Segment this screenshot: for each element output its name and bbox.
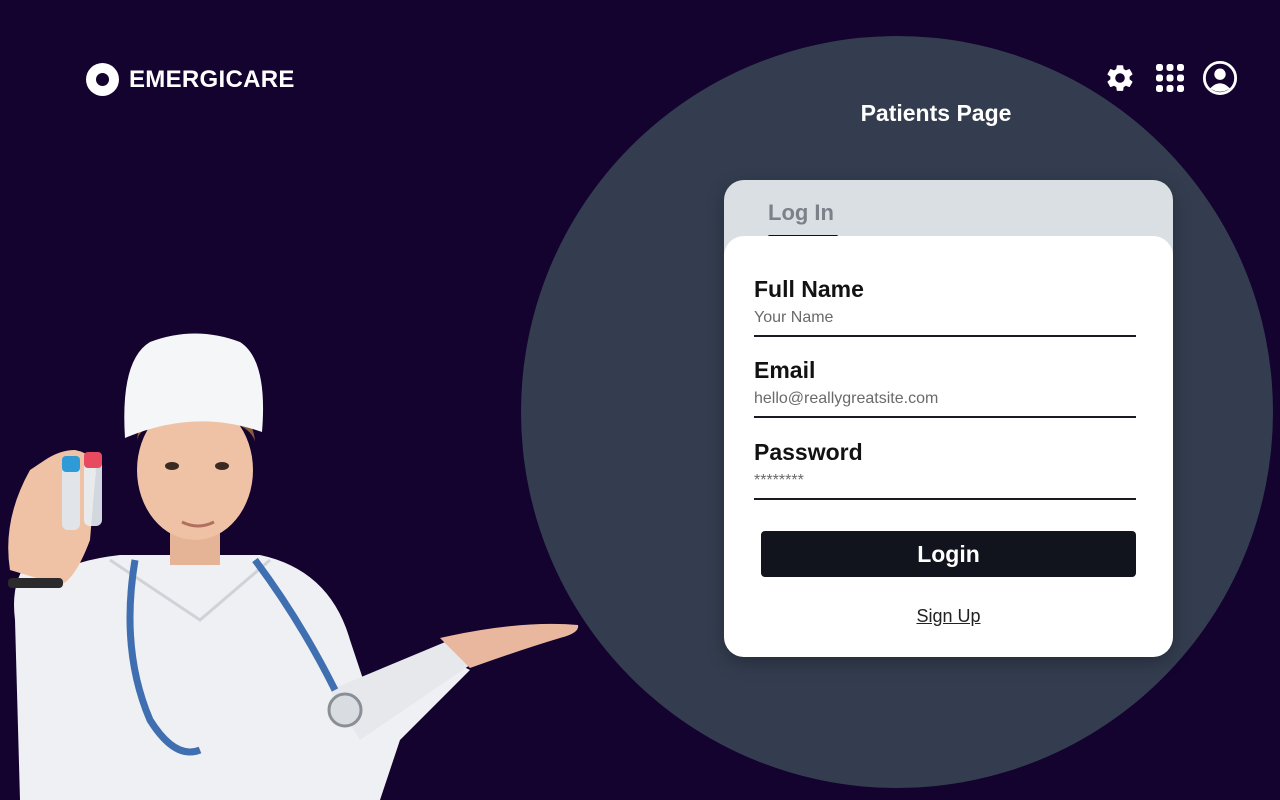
login-button[interactable]: Login	[761, 531, 1136, 577]
page-title: Patients Page	[860, 100, 1012, 126]
email-label: Email	[754, 357, 816, 383]
nurse-illustration	[8, 333, 579, 800]
full-name-field-group: Full Name	[754, 276, 1136, 337]
brand[interactable]: EMERGICARE	[86, 63, 295, 96]
full-name-input[interactable]	[754, 309, 1136, 337]
gear-icon[interactable]	[1102, 60, 1138, 96]
password-input[interactable]	[754, 472, 1136, 500]
login-card: Log In Full Name Email Password Login Si…	[724, 180, 1173, 657]
login-form: Full Name Email Password Login Sign Up	[724, 236, 1173, 657]
page: EMERGICARE Patients Page Log In Full Nam…	[0, 0, 1280, 800]
apps-grid-icon[interactable]	[1152, 60, 1188, 96]
sign-up-link[interactable]: Sign Up	[724, 606, 1173, 627]
tab-log-in[interactable]: Log In	[768, 200, 834, 226]
email-input[interactable]	[754, 390, 1136, 418]
ring-logo-icon	[86, 63, 119, 96]
brand-name: EMERGICARE	[129, 65, 295, 93]
user-account-icon[interactable]	[1202, 60, 1238, 96]
full-name-label: Full Name	[754, 276, 864, 302]
header-icons	[1102, 60, 1238, 96]
email-field-group: Email	[754, 357, 1136, 418]
password-label: Password	[754, 439, 863, 465]
password-field-group: Password	[754, 439, 1136, 500]
